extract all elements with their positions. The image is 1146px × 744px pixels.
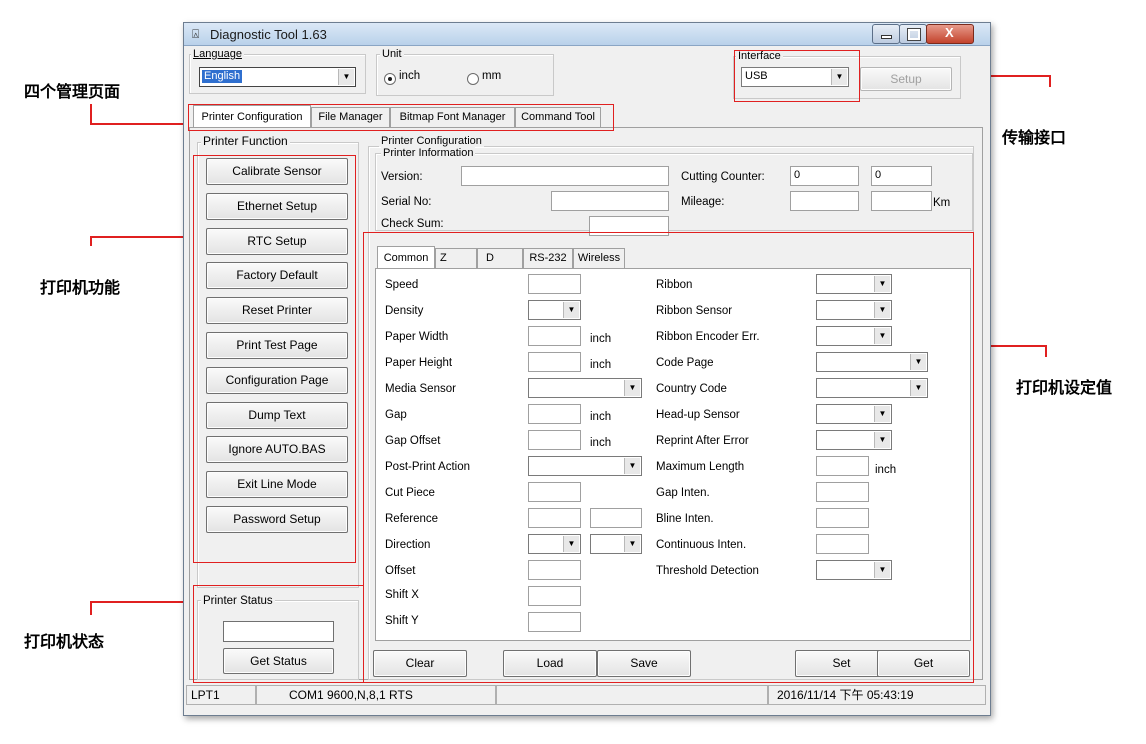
highlight-main-tabs [188,104,614,131]
close-icon: X [945,25,954,40]
close-button[interactable]: X [926,24,974,44]
mileage-label: Mileage: [681,196,725,208]
connector-line [90,236,193,238]
connector-line [90,236,92,246]
highlight-printer-status [193,585,364,683]
connector-line [1045,345,1047,357]
unit-inch-radio[interactable] [384,73,396,85]
minimize-icon [881,35,892,39]
status-port: LPT1 [186,685,256,705]
status-middle [496,685,768,705]
cutting-counter-label: Cutting Counter: [681,171,765,183]
mileage-field-1[interactable] [790,191,859,211]
printer-information-title: Printer Information [381,147,476,159]
unit-mm-label: mm [482,70,502,82]
serial-label: Serial No: [381,196,432,208]
printer-configuration-title: Printer Configuration [379,135,484,147]
unit-label: Unit [380,48,404,60]
chevron-down-icon: ▼ [338,69,354,85]
minimize-button[interactable] [872,24,900,44]
maximize-button[interactable] [899,24,927,44]
language-value: English [202,70,243,83]
printer-function-title: Printer Function [201,134,290,148]
connector-line [90,601,92,615]
highlight-printer-function [193,155,356,563]
status-datetime: 2016/11/14 下午 05:43:19 [768,685,986,705]
highlight-interface [734,50,860,102]
connector-line [90,601,193,603]
mileage-unit: Km [933,197,951,209]
version-label: Version: [381,171,423,183]
annotation-interface: 传输接口 [1002,128,1067,147]
highlight-printer-settings [363,232,974,683]
connector-line [90,104,92,124]
annotation-management-pages: 四个管理页面 [24,82,121,101]
connector-line [1049,75,1051,87]
language-label: Language [191,48,244,60]
version-field[interactable] [461,166,669,186]
maximize-icon [907,28,921,41]
checksum-label: Check Sum: [381,218,444,230]
annotation-printer-settings: 打印机设定值 [1016,378,1113,397]
connector-line [90,123,188,125]
setup-button[interactable]: Setup [860,67,952,91]
title-bar: ⍓ Diagnostic Tool 1.63 X [184,23,990,46]
status-bar: LPT1 COM1 9600,N,8,1 RTS 2016/11/14 下午 0… [184,685,990,707]
window-title: Diagnostic Tool 1.63 [210,27,327,42]
status-com: COM1 9600,N,8,1 RTS [256,685,496,705]
unit-mm-radio[interactable] [467,73,479,85]
cutting-counter-field-1[interactable]: 0 [790,166,859,186]
cutting-counter-field-2[interactable]: 0 [871,166,932,186]
app-icon: ⍓ [192,27,200,41]
annotation-printer-status: 打印机状态 [24,632,105,651]
annotation-printer-function: 打印机功能 [40,278,121,297]
serial-field[interactable] [551,191,669,211]
language-select[interactable]: English ▼ [199,67,356,87]
unit-inch-label: inch [399,70,421,82]
mileage-field-2[interactable] [871,191,932,211]
